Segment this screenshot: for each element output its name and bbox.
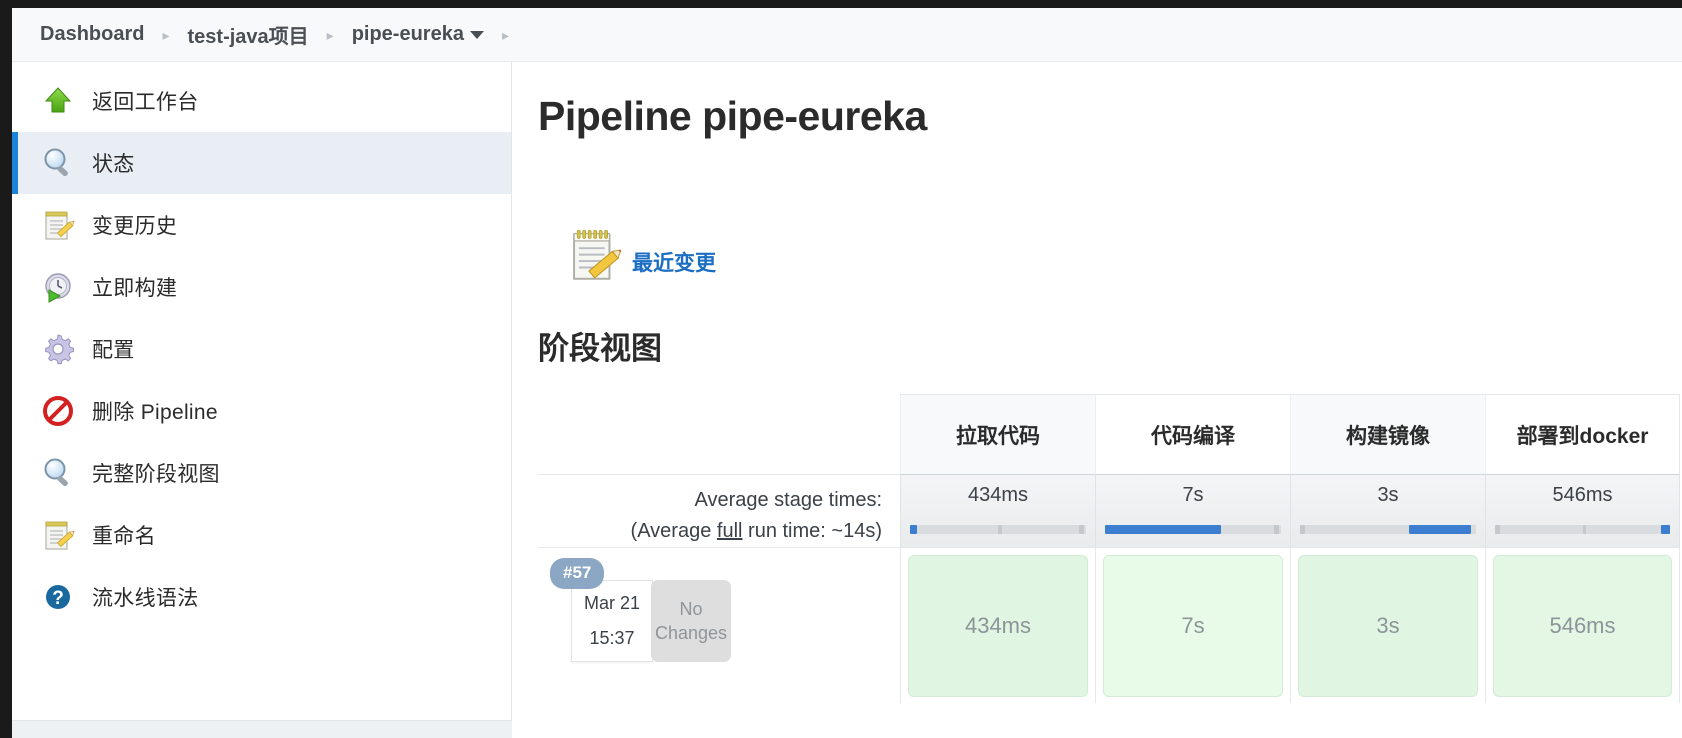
stage-duration-bar [910, 525, 1086, 535]
chevron-down-icon[interactable] [469, 30, 484, 39]
gear-icon [40, 331, 76, 367]
build-number-badge[interactable]: #57 [550, 558, 605, 590]
average-time-value: 434ms [967, 484, 1029, 507]
average-time-cell: 546ms [1485, 474, 1680, 548]
run-label-cell: #57 Mar 21 15:37 No Changes [538, 547, 900, 704]
up-arrow-icon [40, 83, 76, 119]
stage-duration-bar-tick [1300, 525, 1306, 535]
breadcrumb: Dashboard ▸ test-java项目 ▸ pipe-eureka ▸ [12, 8, 1682, 62]
jenkins-page: Dashboard ▸ test-java项目 ▸ pipe-eureka ▸ … [12, 8, 1682, 738]
sidebar-item-label: 重命名 [92, 525, 156, 548]
notepad-pencil-icon [40, 517, 76, 553]
avg-sub-suffix: run time: ~14s) [742, 520, 882, 543]
svg-text:?: ? [52, 588, 64, 609]
stage-view-table: 拉取代码 代码编译 构建镜像 部署到docker Average stage t… [538, 394, 1680, 704]
table-row: #57 Mar 21 15:37 No Changes 434ms 7s 3s … [538, 547, 1680, 704]
sidebar-item-label: 立即构建 [92, 277, 178, 300]
run-date: Mar 21 [583, 593, 641, 614]
sidebar-item-label: 状态 [92, 153, 135, 176]
stage-duration-bar [1105, 525, 1281, 535]
stage-duration-bar-fill [910, 525, 918, 535]
avg-sub-underline: full [716, 520, 743, 543]
sidebar-item-label: 变更历史 [92, 215, 178, 238]
average-time-cell: 7s [1095, 474, 1290, 548]
average-time-cell: 434ms [900, 474, 1095, 548]
magnifier-icon [40, 145, 76, 181]
stage-duration-bar-fill [1105, 525, 1222, 535]
stage-duration-bar-tick [1582, 525, 1586, 535]
sidebar-item-label: 完整阶段视图 [92, 463, 220, 486]
sidebar-item-rename[interactable]: 重命名 [12, 504, 511, 566]
breadcrumb-separator: ▸ [501, 26, 509, 43]
sidebar-item-label: 流水线语法 [92, 587, 199, 610]
run-time: 15:37 [589, 628, 635, 649]
stage-duration-bar-tick [1078, 525, 1085, 535]
stage-run-cell[interactable]: 434ms [900, 547, 1095, 704]
sidebar: 返回工作台 状态 变更历史 立即构建 配置 删除 Pipeline 完整阶段视图… [12, 62, 513, 738]
stage-run-duration: 7s [1103, 554, 1283, 697]
average-times-row: Average stage times: (Average full run t… [538, 474, 1680, 548]
breadcrumb-item-job[interactable]: pipe-eureka [352, 23, 464, 46]
notepad-pencil-icon [40, 207, 76, 243]
sidebar-item-back-to-dashboard[interactable]: 返回工作台 [12, 70, 511, 132]
sidebar-item-label: 返回工作台 [92, 91, 199, 114]
no-changes-button[interactable]: No Changes [651, 580, 731, 663]
sidebar-item-configure[interactable]: 配置 [12, 318, 511, 380]
average-time-value: 546ms [1552, 484, 1613, 507]
average-time-value: 3s [1377, 484, 1399, 507]
page-title: Pipeline pipe-eureka [538, 93, 927, 139]
question-circle-icon: ? [40, 579, 76, 615]
breadcrumb-separator: ▸ [326, 26, 334, 43]
average-stage-times-text: Average stage times: [694, 489, 882, 512]
sidebar-footer [12, 720, 513, 738]
stage-run-cell[interactable]: 546ms [1485, 547, 1680, 704]
breadcrumb-item-dashboard[interactable]: Dashboard [40, 23, 144, 46]
stage-run-duration: 3s [1298, 554, 1478, 697]
stage-header-cell[interactable]: 拉取代码 [900, 394, 1095, 475]
stage-duration-bar-tick [1495, 525, 1501, 535]
stage-header-cell[interactable]: 代码编译 [1095, 394, 1290, 475]
stage-header-row: 拉取代码 代码编译 构建镜像 部署到docker [538, 394, 1680, 475]
sidebar-item-label: 删除 Pipeline [92, 401, 218, 424]
avg-sub-prefix: (Average [630, 520, 717, 543]
run-date-box[interactable]: Mar 21 15:37 [571, 580, 653, 663]
no-entry-icon [40, 393, 76, 429]
average-time-cell: 3s [1290, 474, 1485, 548]
breadcrumb-item-folder[interactable]: test-java项目 [188, 20, 309, 49]
stage-view-title: 阶段视图 [538, 331, 662, 367]
sidebar-item-status[interactable]: 状态 [12, 132, 511, 194]
magnifier-icon [40, 455, 76, 491]
notepad-pencil-icon [566, 224, 624, 287]
stage-header-spacer [538, 394, 900, 475]
main-content: Pipeline pipe-eureka 最近变更 阶段视图 拉取代码 代码编译… [512, 62, 1682, 738]
sidebar-item-full-stage-view[interactable]: 完整阶段视图 [12, 442, 511, 504]
stage-run-cell[interactable]: 7s [1095, 547, 1290, 704]
sidebar-item-label: 配置 [92, 339, 135, 362]
stage-duration-bar-tick [998, 525, 1002, 535]
stage-duration-bar-tick [1273, 525, 1280, 535]
average-full-run-time-text: (Average full run time: ~14s) [538, 516, 882, 547]
stage-duration-bar [1300, 525, 1476, 535]
sidebar-item-delete-pipeline[interactable]: 删除 Pipeline [12, 380, 511, 442]
average-time-value: 7s [1182, 484, 1204, 507]
stage-duration-bar-fill [1661, 525, 1670, 535]
stage-duration-bar-fill [1409, 525, 1471, 535]
stage-header-cell[interactable]: 部署到docker [1485, 394, 1680, 475]
sidebar-item-build-now[interactable]: 立即构建 [12, 256, 511, 318]
recent-changes-link[interactable]: 最近变更 [632, 247, 716, 277]
stage-header-cell[interactable]: 构建镜像 [1290, 394, 1485, 475]
stage-duration-bar [1495, 525, 1670, 535]
stage-run-duration: 434ms [908, 554, 1088, 697]
stage-run-duration: 546ms [1493, 554, 1672, 697]
sidebar-item-change-history[interactable]: 变更历史 [12, 194, 511, 256]
breadcrumb-separator: ▸ [162, 26, 170, 43]
clock-play-icon [40, 269, 76, 305]
run-meta: Mar 21 15:37 No Changes [571, 580, 731, 663]
average-times-label: Average stage times: (Average full run t… [538, 474, 900, 548]
stage-run-cell[interactable]: 3s [1290, 547, 1485, 704]
recent-changes-row: 最近变更 [566, 225, 1682, 287]
sidebar-item-pipeline-syntax[interactable]: ? 流水线语法 [12, 566, 511, 628]
